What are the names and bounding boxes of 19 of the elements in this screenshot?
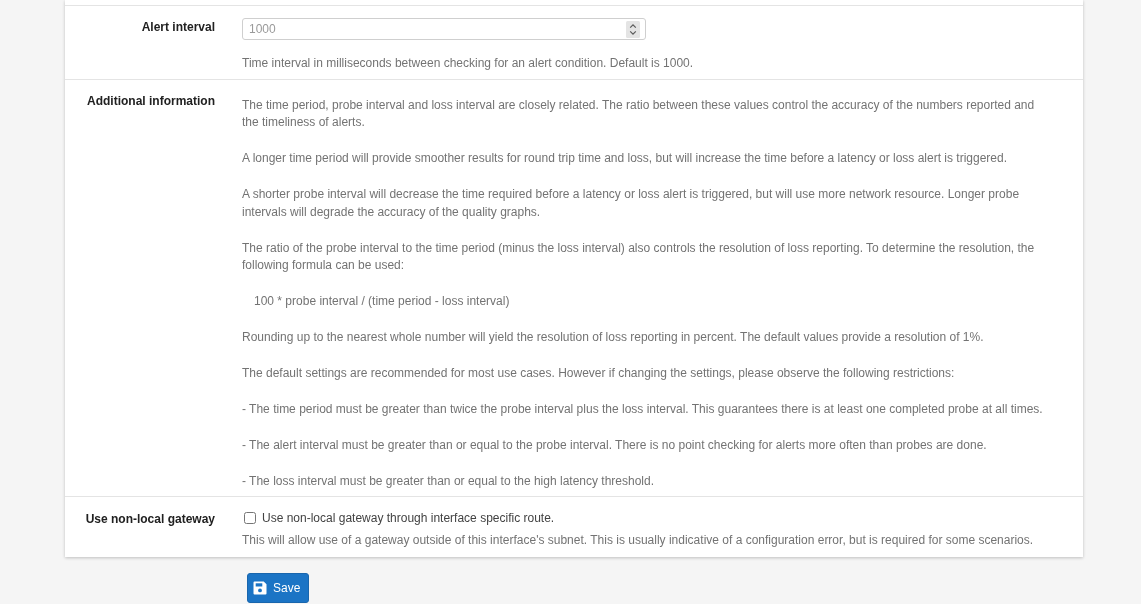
field-label: Use non-local gateway: [85, 510, 215, 528]
formula-text: 100 * probe interval / (time period - loss interval): [253, 293, 511, 310]
info-paragraph: The default settings are recommended for most use cases. However if changing the settings, please observe the following restrictions:: [242, 365, 956, 382]
info-paragraph: A longer time period will provide smoother results for round trip time and loss, but will increase the time before a latency or loss alert is triggered.: [242, 150, 1009, 167]
checkbox[interactable]: [244, 512, 256, 524]
help-text: Time interval in milliseconds between checking for an alert condition. Default is 1000.: [242, 55, 695, 72]
field-label: Alert interval: [141, 19, 215, 36]
number-field[interactable]: 1000: [242, 18, 646, 40]
checkbox-label[interactable]: Use non-local gateway through interface specific route.: [262, 509, 555, 527]
info-paragraph: - The alert interval must be greater than or equal to the probe interval. There is no point checking for alerts more often than probes are done.: [242, 437, 988, 454]
help-text: This will allow use of a gateway outside of this interface's subnet. This is usually indicative of a configuration error, but is required for some scenarios.: [242, 531, 1035, 549]
save-button[interactable]: Save: [247, 573, 310, 603]
info-paragraph: The time period, probe interval and loss interval are closely related. The ratio between these values control the accuracy of the numbers reported and the timeliness of alerts.: [242, 96, 1036, 131]
field-label: Additional information: [87, 92, 215, 110]
info-paragraph: A shorter probe interval will decrease the time required before a latency or loss alert is triggered, but will use more network resource. Longer probe intervals will degrade the accuracy of the quality graphs.: [242, 186, 1021, 221]
info-paragraph: The ratio of the probe interval to the time period (minus the loss interval) also controls the resolution of loss reporting. To determine the resolution, the following formula can be used:: [242, 239, 1036, 274]
info-paragraph: Rounding up to the nearest whole number will yield the resolution of loss reporting in percent. The default values provide a resolution of 1%.: [242, 329, 985, 346]
info-paragraph: - The time period must be greater than twice the probe interval plus the loss interval. This guarantees there is at least one completed probe at all times.: [242, 401, 1044, 418]
info-paragraph: - The loss interval must be greater than or equal to the high latency threshold.: [242, 473, 655, 490]
